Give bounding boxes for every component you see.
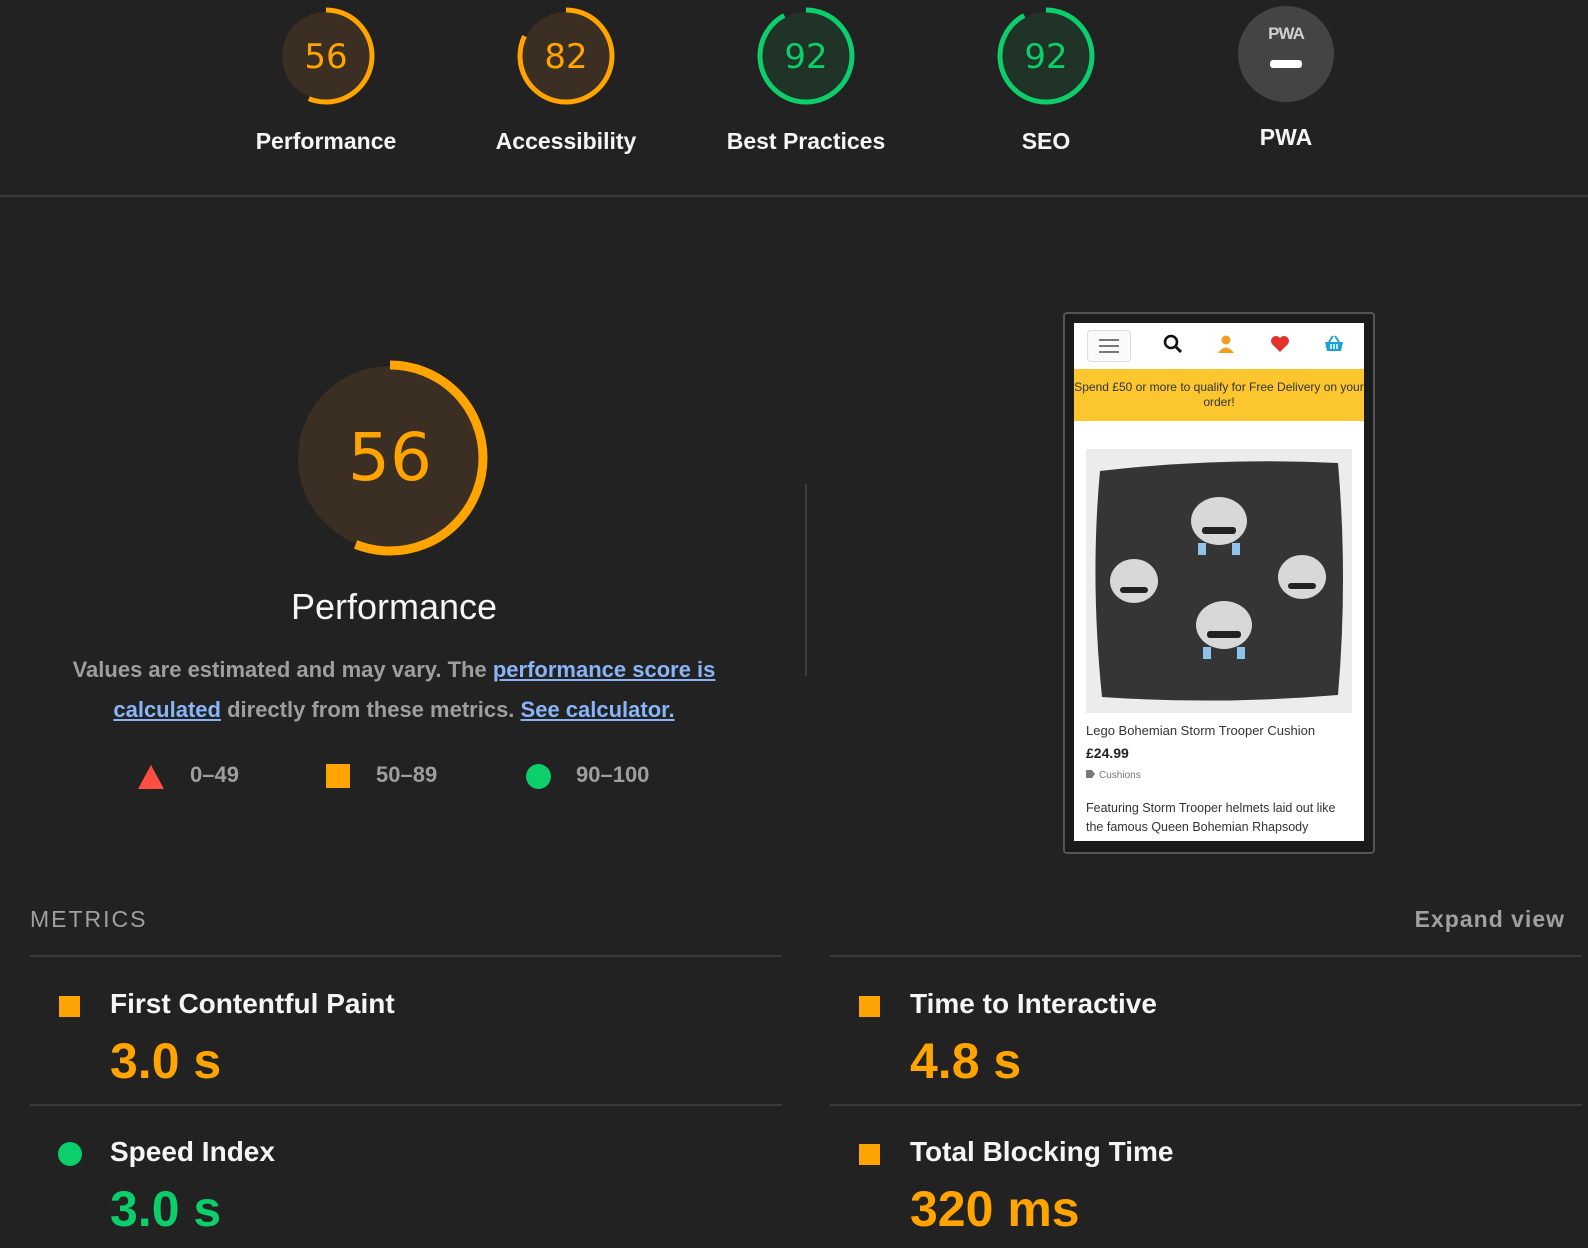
basket-icon (1325, 335, 1343, 351)
orange-square-icon (859, 996, 880, 1017)
gauge-seo-ring: 92 (997, 7, 1095, 105)
desc-text-1: Values are estimated and may vary. The (72, 657, 493, 682)
gauge-best-practices[interactable]: 92 Best Practices (706, 6, 906, 155)
green-circle-icon (526, 764, 551, 789)
metric-value: 3.0 s (110, 1033, 222, 1089)
gauge-best-practices-ring: 92 (757, 7, 855, 105)
red-triangle-icon (138, 765, 164, 789)
legend-fail-label: 0–49 (190, 762, 239, 787)
gauge-accessibility[interactable]: 82 Accessibility (466, 6, 666, 155)
hamburger-menu-icon (1087, 330, 1131, 362)
desc-text-2: directly from these metrics. (220, 697, 521, 722)
metric-title: Speed Index (110, 1136, 275, 1167)
category-gauges: 56 Performance 82 Accessibility 92 Best … (0, 0, 1588, 197)
pwa-dash-icon (1270, 60, 1302, 68)
tag-icon (1086, 770, 1095, 778)
orange-square-icon (859, 1144, 880, 1165)
product-category-label: Cushions (1099, 770, 1141, 781)
vertical-divider (805, 484, 807, 676)
gauge-accessibility-score: 82 (544, 37, 587, 77)
pwa-badge-icon: PWA (1238, 6, 1334, 102)
metric-value: 3.0 s (110, 1181, 222, 1237)
product-image (1086, 449, 1352, 713)
product-price: £24.99 (1086, 745, 1129, 761)
metric-speed-index[interactable]: Speed Index 3.0 s (30, 1108, 770, 1248)
heart-icon (1271, 336, 1289, 352)
product-name: Lego Bohemian Storm Trooper Cushion (1086, 723, 1316, 738)
metrics-divider (30, 955, 782, 957)
legend-average-label: 50–89 (376, 762, 438, 787)
orange-square-icon (59, 996, 80, 1017)
orange-square-icon (326, 764, 350, 788)
gauge-seo[interactable]: 92 SEO (946, 6, 1146, 155)
metric-title: First Contentful Paint (110, 988, 395, 1019)
screenshot-navbar (1074, 323, 1364, 367)
screenshot-screen: Spend £50 or more to qualify for Free De… (1074, 323, 1364, 841)
gauge-performance-score: 56 (304, 37, 347, 77)
performance-score-large: 56 (348, 419, 432, 496)
performance-description: Values are estimated and may vary. The p… (40, 650, 748, 730)
expand-view-button[interactable]: Expand view (1415, 906, 1565, 933)
pwa-badge-text: PWA (1268, 24, 1305, 43)
gauge-performance[interactable]: 56 Performance (226, 6, 426, 155)
see-calculator-link[interactable]: See calculator. (521, 697, 675, 722)
metrics-heading: METRICS (30, 906, 148, 932)
final-screenshot[interactable]: Spend £50 or more to qualify for Free De… (1063, 312, 1375, 854)
performance-gauge-large: 56 (292, 360, 488, 556)
gauge-accessibility-ring: 82 (517, 7, 615, 105)
user-icon (1218, 335, 1234, 353)
metric-time-to-interactive[interactable]: Time to Interactive 4.8 s (830, 960, 1570, 1100)
gauge-best-practices-label: Best Practices (726, 128, 886, 154)
gauge-seo-label: SEO (1021, 128, 1071, 154)
score-legend: 0–49 50–89 90–100 (0, 762, 788, 792)
product-category: Cushions (1086, 770, 1141, 781)
metric-title: Total Blocking Time (910, 1136, 1174, 1167)
metric-first-contentful-paint[interactable]: First Contentful Paint 3.0 s (30, 960, 770, 1100)
gauge-best-practices-score: 92 (784, 37, 827, 77)
performance-title: Performance (290, 586, 498, 627)
metric-value: 4.8 s (910, 1033, 1022, 1089)
gauge-pwa[interactable]: PWA PWA (1186, 6, 1386, 151)
metric-title: Time to Interactive (910, 988, 1157, 1019)
search-icon (1163, 334, 1183, 354)
legend-pass-label: 90–100 (576, 762, 650, 787)
green-circle-icon (58, 1142, 82, 1166)
metrics-divider (830, 955, 1582, 957)
metrics-divider (30, 1104, 782, 1106)
metric-value: 320 ms (910, 1181, 1080, 1237)
gauge-accessibility-label: Accessibility (495, 128, 637, 154)
gauge-performance-ring: 56 (277, 7, 375, 105)
metrics-divider (830, 1104, 1582, 1106)
metric-total-blocking-time[interactable]: Total Blocking Time 320 ms (830, 1108, 1570, 1248)
gauge-seo-score: 92 (1024, 37, 1067, 77)
product-description: Featuring Storm Trooper helmets laid out… (1086, 801, 1336, 834)
delivery-banner: Spend £50 or more to qualify for Free De… (1074, 369, 1364, 421)
gauge-pwa-label: PWA (1259, 124, 1313, 150)
gauge-performance-label: Performance (255, 128, 397, 154)
